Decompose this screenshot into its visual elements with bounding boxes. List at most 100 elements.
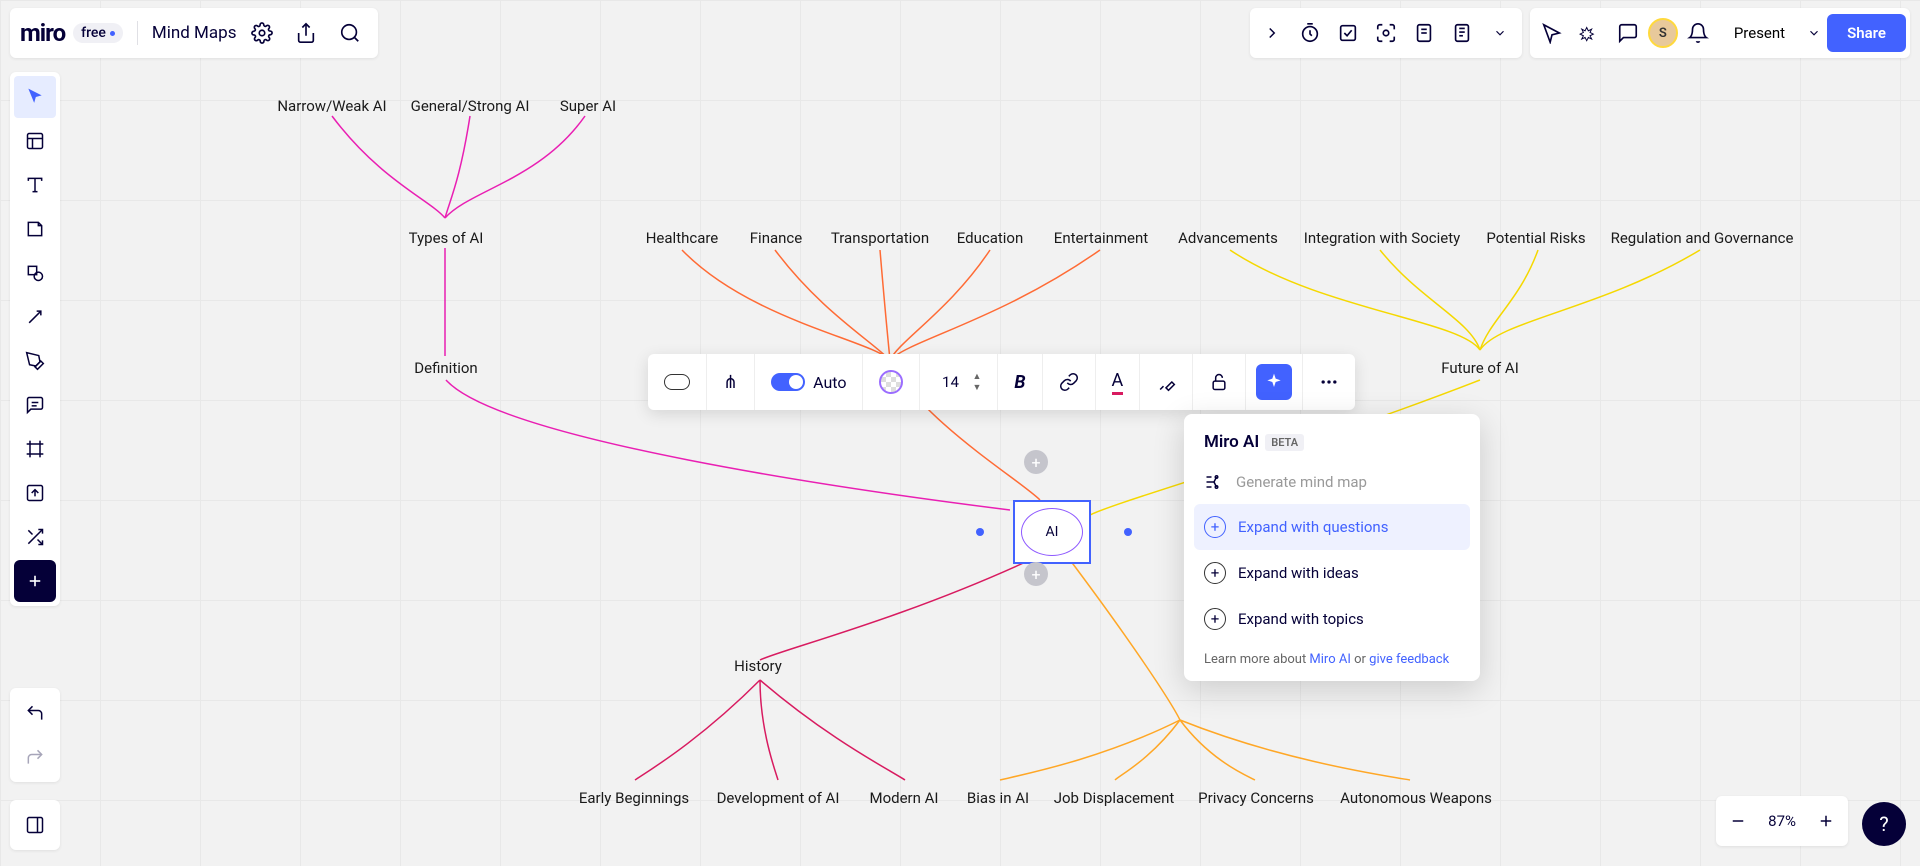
node-modern[interactable]: Modern AI [869, 789, 938, 807]
link-button[interactable] [1043, 354, 1096, 410]
frames-panel-toggle[interactable] [10, 800, 60, 850]
node-development[interactable]: Development of AI [717, 789, 840, 807]
font-size-up-icon[interactable]: ▲ [972, 371, 981, 382]
pen-tool[interactable] [14, 340, 56, 382]
font-size-down-icon[interactable]: ▼ [972, 382, 981, 393]
zoom-out-button[interactable] [1720, 803, 1756, 839]
node-early[interactable]: Early Beginnings [579, 789, 689, 807]
add-branch-top[interactable]: + [1024, 450, 1048, 474]
zoom-value[interactable]: 87% [1756, 812, 1808, 830]
divider [137, 21, 138, 45]
ai-learn-more-link[interactable]: Miro AI [1309, 652, 1350, 667]
node-regulation[interactable]: Regulation and Governance [1611, 229, 1794, 247]
present-dropdown-icon[interactable] [1803, 15, 1825, 51]
node-job[interactable]: Job Displacement [1054, 789, 1175, 807]
top-right-bar: S Present Share [1250, 8, 1910, 58]
lock-button[interactable] [1193, 354, 1246, 410]
shape-tool[interactable] [14, 252, 56, 294]
miro-ai-popup: Miro AIBETA Generate mind map + Expand w… [1184, 414, 1480, 681]
frame-tool[interactable] [14, 428, 56, 470]
node-risks[interactable]: Potential Risks [1486, 229, 1585, 247]
sticky-tool[interactable] [14, 208, 56, 250]
node-integration[interactable]: Integration with Society [1304, 229, 1460, 247]
select-tool[interactable] [14, 76, 56, 118]
ai-button[interactable] [1246, 354, 1303, 410]
attention-icon[interactable] [1368, 15, 1404, 51]
auto-layout-toggle[interactable]: Auto [755, 354, 863, 410]
node-finance[interactable]: Finance [750, 229, 802, 247]
node-transportation[interactable]: Transportation [831, 229, 929, 247]
node-healthcare[interactable]: Healthcare [646, 229, 719, 247]
voting-icon[interactable] [1330, 15, 1366, 51]
comment-tool[interactable] [14, 384, 56, 426]
node-definition[interactable]: Definition [414, 359, 477, 377]
notifications-icon[interactable] [1680, 15, 1716, 51]
estimation-icon[interactable] [1406, 15, 1442, 51]
apps-tool[interactable] [14, 516, 56, 558]
export-icon[interactable] [288, 15, 324, 51]
board-name[interactable]: Mind Maps [152, 23, 237, 43]
node-future[interactable]: Future of AI [1441, 359, 1519, 377]
timer-icon[interactable] [1292, 15, 1328, 51]
settings-icon[interactable] [244, 15, 280, 51]
more-options-button[interactable] [1303, 354, 1355, 410]
resize-handle-right[interactable] [1124, 528, 1132, 536]
node-education[interactable]: Education [957, 229, 1024, 247]
share-button[interactable]: Share [1827, 14, 1906, 52]
search-icon[interactable] [332, 15, 368, 51]
resize-handle-left[interactable] [976, 528, 984, 536]
node-weapons[interactable]: Autonomous Weapons [1340, 789, 1492, 807]
templates-tool[interactable] [14, 120, 56, 162]
note-icon[interactable] [1444, 15, 1480, 51]
branch-style-button[interactable]: ⋔ [707, 354, 755, 410]
hide-cursors-icon[interactable] [1534, 15, 1570, 51]
canvas-grid [0, 0, 1920, 866]
comments-icon[interactable] [1610, 15, 1646, 51]
center-node-selected[interactable]: AI [1013, 500, 1091, 564]
highlight-button[interactable] [1140, 354, 1193, 410]
text-color-button[interactable]: A [1096, 354, 1141, 410]
center-node-label: AI [1021, 508, 1083, 556]
fill-color-button[interactable] [863, 354, 920, 410]
ai-expand-questions[interactable]: + Expand with questions [1194, 504, 1470, 550]
ai-popup-title: Miro AIBETA [1204, 432, 1304, 452]
help-button[interactable]: ? [1862, 802, 1906, 846]
reactions-icon[interactable] [1572, 15, 1608, 51]
node-history[interactable]: History [734, 657, 782, 675]
bold-button[interactable]: B [998, 354, 1042, 410]
text-tool[interactable] [14, 164, 56, 206]
ai-expand-ideas[interactable]: + Expand with ideas [1194, 550, 1470, 596]
node-super-ai[interactable]: Super AI [560, 97, 616, 115]
zoom-control: 87% [1716, 796, 1848, 846]
zoom-in-button[interactable] [1808, 803, 1844, 839]
left-toolbar [10, 72, 60, 606]
ai-expand-topics[interactable]: + Expand with topics [1194, 596, 1470, 642]
shape-style-button[interactable] [648, 354, 707, 410]
node-types[interactable]: Types of AI [409, 229, 484, 247]
more-apps-icon[interactable] [1482, 15, 1518, 51]
node-entertainment[interactable]: Entertainment [1054, 229, 1148, 247]
ai-feedback-link[interactable]: give feedback [1369, 652, 1449, 667]
undo-redo-toolbar [10, 688, 60, 782]
present-button[interactable]: Present [1718, 16, 1801, 50]
font-size-control[interactable]: 14▲▼ [920, 354, 998, 410]
node-privacy[interactable]: Privacy Concerns [1198, 789, 1314, 807]
miro-logo[interactable]: miro [20, 19, 65, 47]
add-branch-bottom[interactable]: + [1024, 562, 1048, 586]
user-avatar[interactable]: S [1648, 18, 1678, 48]
upload-tool[interactable] [14, 472, 56, 514]
undo-button[interactable] [14, 692, 56, 734]
node-advancements[interactable]: Advancements [1178, 229, 1278, 247]
ai-generate-mindmap[interactable]: Generate mind map [1194, 460, 1470, 504]
node-bias[interactable]: Bias in AI [967, 789, 1029, 807]
more-tools[interactable] [14, 560, 56, 602]
top-left-bar: miro free Mind Maps [10, 8, 378, 58]
node-general-ai[interactable]: General/Strong AI [411, 97, 530, 115]
node-narrow-ai[interactable]: Narrow/Weak AI [277, 97, 386, 115]
redo-button[interactable] [14, 736, 56, 778]
collapse-icon[interactable] [1254, 15, 1290, 51]
plan-badge[interactable]: free [73, 23, 123, 43]
panel-icon[interactable] [14, 804, 56, 846]
selection-context-bar: ⋔ Auto 14▲▼ B A [648, 354, 1355, 410]
connection-tool[interactable] [14, 296, 56, 338]
